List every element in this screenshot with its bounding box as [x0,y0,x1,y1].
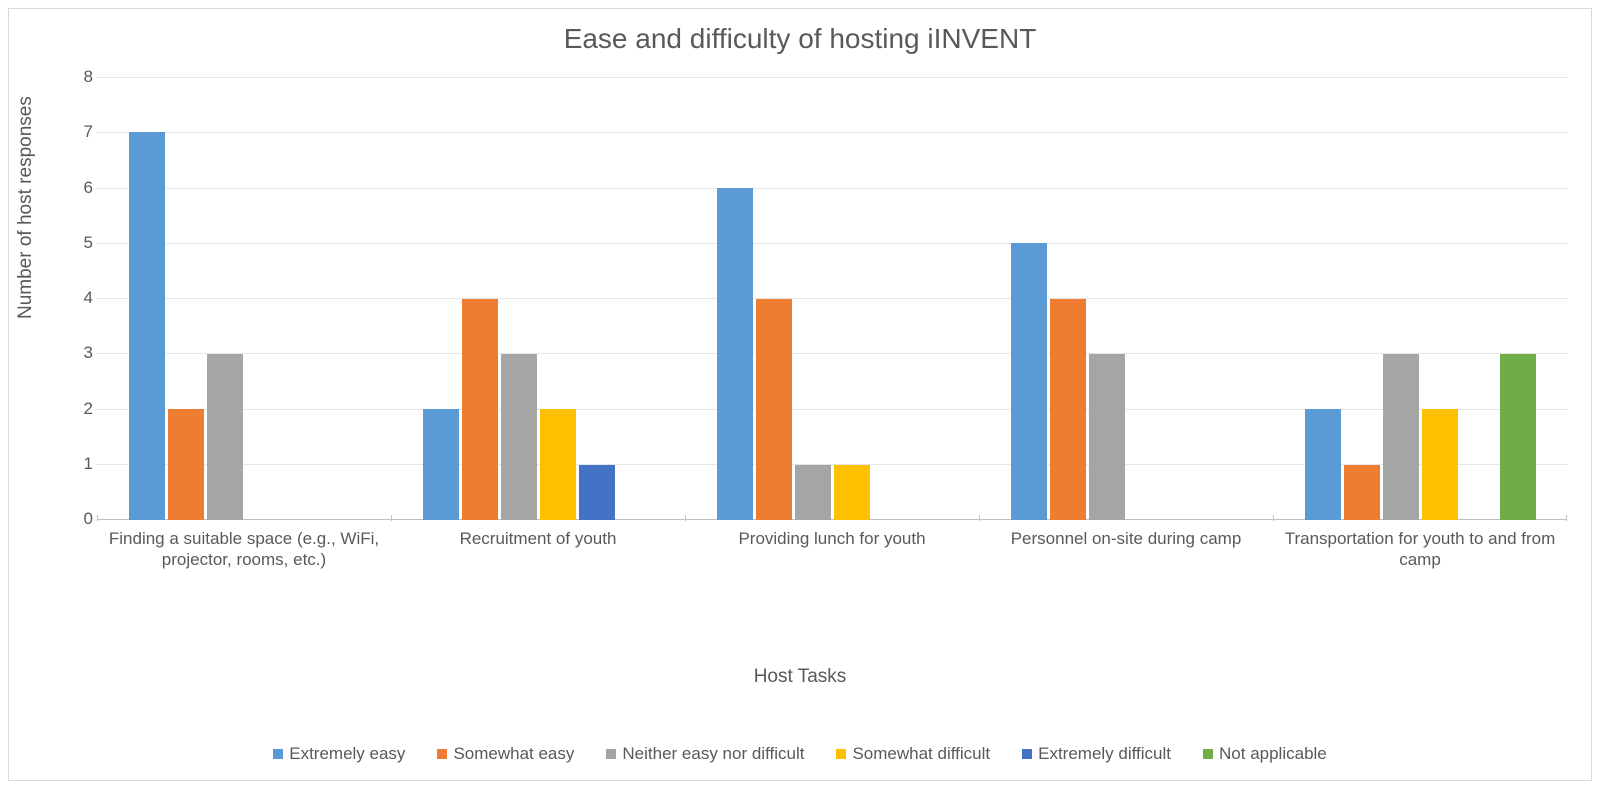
bar-cluster [685,77,979,520]
category-tick [1566,515,1567,521]
bar [423,409,459,520]
category-group: Finding a suitable space (e.g., WiFi, pr… [97,77,391,600]
y-tick-label: 4 [69,288,93,308]
bar [1050,299,1086,521]
legend-item: Not applicable [1203,744,1327,764]
bar [1305,409,1341,520]
y-tick-label: 1 [69,454,93,474]
legend-item: Somewhat difficult [836,744,990,764]
y-tick-label: 2 [69,399,93,419]
x-axis-label: Host Tasks [9,666,1591,688]
bar [540,409,576,520]
bar [834,465,870,520]
legend-item: Neither easy nor difficult [606,744,804,764]
y-tick-label: 5 [69,233,93,253]
bar [717,188,753,520]
bar [1383,354,1419,520]
bar-cluster [1273,77,1567,520]
bar [462,299,498,521]
bar [207,354,243,520]
y-tick-label: 0 [69,509,93,529]
legend-item: Extremely difficult [1022,744,1171,764]
category-group: Recruitment of youth [391,77,685,600]
category-label: Recruitment of youth [395,528,681,549]
bar [168,409,204,520]
legend-label: Somewhat difficult [852,744,990,764]
bar [756,299,792,521]
y-tick-label: 3 [69,343,93,363]
y-tick-label: 6 [69,178,93,198]
bar [1500,354,1536,520]
legend-swatch [1022,749,1032,759]
plot-wrap: 012345678 Finding a suitable space (e.g.… [69,77,1567,600]
bar [1011,243,1047,520]
bar [579,465,615,520]
bar-cluster [979,77,1273,520]
legend-swatch [606,749,616,759]
bar-cluster [97,77,391,520]
bar [501,354,537,520]
category-group: Personnel on-site during camp [979,77,1273,600]
y-tick-label: 7 [69,122,93,142]
category-label: Finding a suitable space (e.g., WiFi, pr… [101,528,387,571]
legend-swatch [273,749,283,759]
category-group: Providing lunch for youth [685,77,979,600]
chart-title: Ease and difficulty of hosting iINVENT [9,9,1591,61]
y-axis-label: Number of host responses [15,96,37,319]
legend-item: Somewhat easy [437,744,574,764]
bar-cluster [391,77,685,520]
legend-item: Extremely easy [273,744,405,764]
legend: Extremely easy Somewhat easy Neither easy … [29,744,1571,764]
legend-label: Neither easy nor difficult [622,744,804,764]
y-tick-label: 8 [69,67,93,87]
category-label: Providing lunch for youth [689,528,975,549]
legend-swatch [437,749,447,759]
legend-label: Not applicable [1219,744,1327,764]
categories-row: Finding a suitable space (e.g., WiFi, pr… [97,77,1567,600]
bar [1089,354,1125,520]
bar [1422,409,1458,520]
bar [795,465,831,520]
chart-container: Ease and difficulty of hosting iINVENT N… [8,8,1592,781]
legend-swatch [1203,749,1213,759]
bar [129,132,165,520]
category-group: Transportation for youth to and from cam… [1273,77,1567,600]
category-label: Personnel on-site during camp [983,528,1269,549]
category-label: Transportation for youth to and from cam… [1277,528,1563,571]
legend-swatch [836,749,846,759]
legend-label: Somewhat easy [453,744,574,764]
bar [1344,465,1380,520]
legend-label: Extremely easy [289,744,405,764]
legend-label: Extremely difficult [1038,744,1171,764]
